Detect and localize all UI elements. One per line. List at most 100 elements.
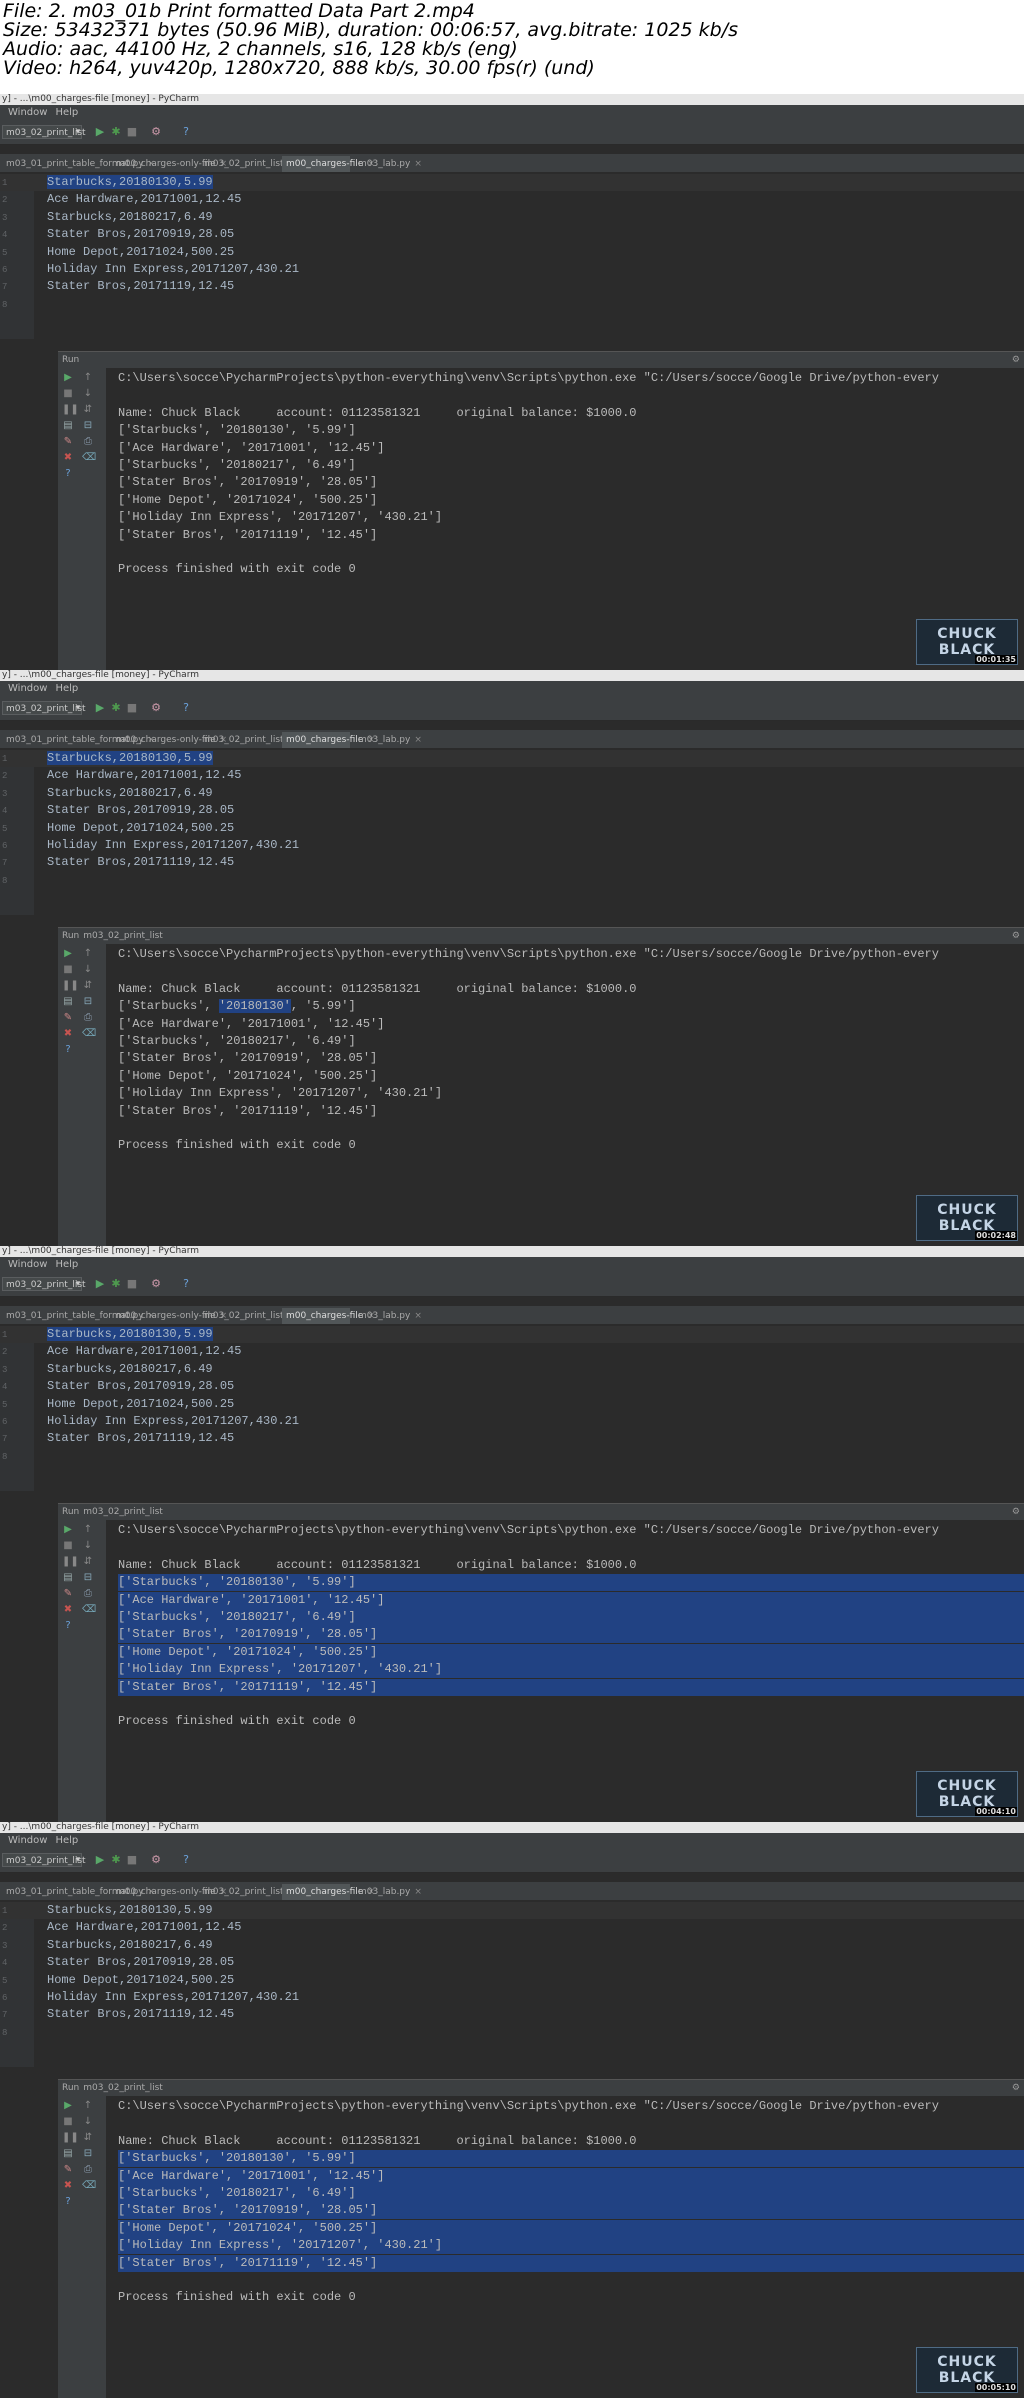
up-arrow-icon[interactable]: ↑ <box>82 1524 94 1536</box>
up-arrow-icon[interactable]: ↑ <box>82 2100 94 2112</box>
scroll-end-icon[interactable]: ⊟ <box>82 2148 94 2160</box>
code-line[interactable]: 1 Starbucks,20180130,5.99 <box>0 1326 1024 1343</box>
up-arrow-icon[interactable]: ↑ <box>82 372 94 384</box>
code-line[interactable]: 5 Home Depot,20171024,500.25 <box>0 244 1024 261</box>
print-icon[interactable]: ⎙ <box>82 1588 94 1600</box>
trash-icon[interactable]: ⌫ <box>82 1604 96 1616</box>
menu-item-help[interactable]: Help <box>55 681 78 696</box>
chevron-down-icon[interactable]: ▾ <box>72 126 84 138</box>
pause-icon[interactable]: ❚❚ <box>62 2132 79 2144</box>
stop-icon[interactable]: ■ <box>62 1540 74 1552</box>
close-icon[interactable]: × <box>414 1887 422 1897</box>
stop-icon[interactable]: ■ <box>62 2116 74 2128</box>
run-icon[interactable]: ▶ <box>94 126 106 138</box>
code-line[interactable]: 8 <box>0 872 1024 889</box>
gear-icon[interactable]: ⚙ <box>1012 928 1020 944</box>
chevron-down-icon[interactable]: ▾ <box>72 702 84 714</box>
run-icon[interactable]: ▶ <box>94 1278 106 1290</box>
code-line[interactable]: 4 Stater Bros,20170919,28.05 <box>0 1378 1024 1395</box>
close-icon[interactable]: × <box>414 735 422 745</box>
code-editor[interactable]: 1 Starbucks,20180130,5.99 2 Ace Hardware,20… <box>0 174 1024 339</box>
menu-item-help[interactable]: Help <box>55 105 78 120</box>
stop-icon[interactable]: ■ <box>126 1854 138 1866</box>
code-editor[interactable]: 1 Starbucks,20180130,5.99 2 Ace Hardware,20… <box>0 1902 1024 2067</box>
gear-icon[interactable]: ⚙ <box>1012 1504 1020 1520</box>
code-line[interactable]: 2 Ace Hardware,20171001,12.45 <box>0 1919 1024 1936</box>
code-line[interactable]: 2 Ace Hardware,20171001,12.45 <box>0 1343 1024 1360</box>
code-line[interactable]: 6 Holiday Inn Express,20171207,430.21 <box>0 261 1024 278</box>
close-icon[interactable]: ✖ <box>62 1028 74 1040</box>
pin-icon[interactable]: ✎ <box>62 1012 74 1024</box>
close-icon[interactable]: ✖ <box>62 452 74 464</box>
run-config-select[interactable]: m03_02_print_list <box>2 1277 86 1291</box>
down-arrow-icon[interactable]: ↓ <box>82 2116 94 2128</box>
help-icon[interactable]: ? <box>62 1044 74 1056</box>
tab-m00-charges-only-file[interactable]: m00_charges-only-file × <box>112 732 227 748</box>
pin-icon[interactable]: ✎ <box>62 1588 74 1600</box>
run-config-select[interactable]: m03_02_print_list <box>2 125 86 139</box>
gear-icon[interactable]: ⚙ <box>1012 352 1020 368</box>
code-line[interactable]: 7 Stater Bros,20171119,12.45 <box>0 2006 1024 2023</box>
down-arrow-icon[interactable]: ↓ <box>82 1540 94 1552</box>
code-line[interactable]: 3 Starbucks,20180217,6.49 <box>0 209 1024 226</box>
debug-icon[interactable]: ✱ <box>110 1854 122 1866</box>
dump-icon[interactable]: ▤ <box>62 1572 74 1584</box>
dump-icon[interactable]: ▤ <box>62 996 74 1008</box>
tab-m03-lab-py[interactable]: m03_lab.py × <box>354 1884 422 1900</box>
code-line[interactable]: 7 Stater Bros,20171119,12.45 <box>0 278 1024 295</box>
console-output[interactable]: C:\Users\socce\PycharmProjects\python-ev… <box>118 368 1024 670</box>
code-line[interactable]: 5 Home Depot,20171024,500.25 <box>0 820 1024 837</box>
code-line[interactable]: 6 Holiday Inn Express,20171207,430.21 <box>0 837 1024 854</box>
soft-wrap-icon[interactable]: ⇵ <box>82 1556 94 1568</box>
code-line[interactable]: 3 Starbucks,20180217,6.49 <box>0 785 1024 802</box>
code-line[interactable]: 3 Starbucks,20180217,6.49 <box>0 1937 1024 1954</box>
stop-icon[interactable]: ■ <box>62 964 74 976</box>
coverage-icon[interactable]: ⚙ <box>150 1278 162 1290</box>
menu-item-window[interactable]: Window <box>8 681 47 696</box>
tab-m03-lab-py[interactable]: m03_lab.py × <box>354 1308 422 1324</box>
menu-item-window[interactable]: Window <box>8 105 47 120</box>
run-config-select[interactable]: m03_02_print_list <box>2 701 86 715</box>
tab-m03-lab-py[interactable]: m03_lab.py × <box>354 732 422 748</box>
tab-m00-charges-file[interactable]: m00_charges-file × <box>282 156 375 172</box>
stop-icon[interactable]: ■ <box>126 126 138 138</box>
help-icon[interactable]: ? <box>180 1278 192 1290</box>
tab-m00-charges-file[interactable]: m00_charges-file × <box>282 1308 375 1324</box>
trash-icon[interactable]: ⌫ <box>82 2180 96 2192</box>
menu-item-window[interactable]: Window <box>8 1257 47 1272</box>
debug-icon[interactable]: ✱ <box>110 126 122 138</box>
chevron-down-icon[interactable]: ▾ <box>72 1278 84 1290</box>
help-icon[interactable]: ? <box>62 1620 74 1632</box>
print-icon[interactable]: ⎙ <box>82 2164 94 2176</box>
tab-m03-01-print-table-format-py[interactable]: m03_01_print_table_format.py × <box>2 1884 155 1900</box>
soft-wrap-icon[interactable]: ⇵ <box>82 2132 94 2144</box>
print-icon[interactable]: ⎙ <box>82 436 94 448</box>
coverage-icon[interactable]: ⚙ <box>150 702 162 714</box>
code-line[interactable]: 2 Ace Hardware,20171001,12.45 <box>0 191 1024 208</box>
code-line[interactable]: 4 Stater Bros,20170919,28.05 <box>0 1954 1024 1971</box>
menu-item-help[interactable]: Help <box>55 1833 78 1848</box>
print-icon[interactable]: ⎙ <box>82 1012 94 1024</box>
console-output[interactable]: C:\Users\socce\PycharmProjects\python-ev… <box>118 944 1024 1246</box>
help-icon[interactable]: ? <box>180 126 192 138</box>
chevron-down-icon[interactable]: ▾ <box>72 1854 84 1866</box>
code-line[interactable]: 5 Home Depot,20171024,500.25 <box>0 1396 1024 1413</box>
help-icon[interactable]: ? <box>180 702 192 714</box>
code-line[interactable]: 6 Holiday Inn Express,20171207,430.21 <box>0 1989 1024 2006</box>
pause-icon[interactable]: ❚❚ <box>62 1556 79 1568</box>
down-arrow-icon[interactable]: ↓ <box>82 964 94 976</box>
code-line[interactable]: 6 Holiday Inn Express,20171207,430.21 <box>0 1413 1024 1430</box>
down-arrow-icon[interactable]: ↓ <box>82 388 94 400</box>
rerun-icon[interactable]: ▶ <box>62 2100 74 2112</box>
code-editor[interactable]: 1 Starbucks,20180130,5.99 2 Ace Hardware,20… <box>0 750 1024 915</box>
tab-m00-charges-only-file[interactable]: m00_charges-only-file × <box>112 156 227 172</box>
help-icon[interactable]: ? <box>62 468 74 480</box>
tab-m03-lab-py[interactable]: m03_lab.py × <box>354 156 422 172</box>
code-line[interactable]: 8 <box>0 296 1024 313</box>
tab-m03-02-print-list-py[interactable]: m03_02_print_list.py× <box>200 156 309 172</box>
coverage-icon[interactable]: ⚙ <box>150 126 162 138</box>
up-arrow-icon[interactable]: ↑ <box>82 948 94 960</box>
stop-icon[interactable]: ■ <box>126 1278 138 1290</box>
tab-m00-charges-only-file[interactable]: m00_charges-only-file × <box>112 1308 227 1324</box>
tab-m03-01-print-table-format-py[interactable]: m03_01_print_table_format.py × <box>2 732 155 748</box>
